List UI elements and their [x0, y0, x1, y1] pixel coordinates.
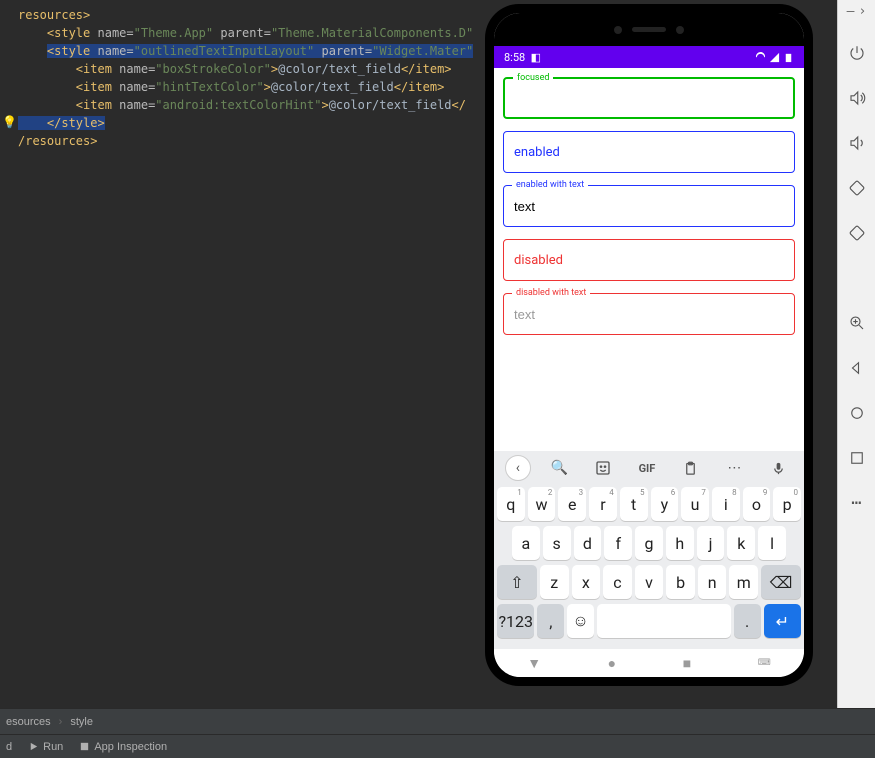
key-comma[interactable]: ,: [537, 604, 564, 638]
app-body: focused enabled enabled with text disabl…: [494, 68, 804, 451]
run-tab[interactable]: Run: [28, 741, 63, 753]
key-e[interactable]: e3: [558, 487, 586, 521]
expand-icon[interactable]: ›: [859, 4, 867, 19]
more-icon[interactable]: ⋯: [846, 492, 868, 514]
focused-field[interactable]: focused: [503, 77, 795, 119]
build-tab[interactable]: d: [6, 741, 12, 753]
rotate-right-icon[interactable]: [846, 222, 868, 244]
kb-gif-button[interactable]: GIF: [632, 453, 662, 483]
key-z[interactable]: z: [540, 565, 569, 599]
key-v[interactable]: v: [635, 565, 664, 599]
key-o[interactable]: o9: [743, 487, 771, 521]
minimize-icon[interactable]: –: [847, 4, 855, 19]
kb-mic-icon[interactable]: [763, 453, 793, 483]
rotate-left-icon[interactable]: [846, 177, 868, 199]
focused-input[interactable]: [515, 91, 783, 106]
key-w[interactable]: w2: [528, 487, 556, 521]
emulator-device: 8:58 ◧ focused enabled enabled with text: [485, 4, 813, 686]
power-icon[interactable]: [846, 42, 868, 64]
zoom-icon[interactable]: [846, 312, 868, 334]
key-n[interactable]: n: [698, 565, 727, 599]
key-x[interactable]: x: [572, 565, 601, 599]
status-bar: 8:58 ◧: [494, 46, 804, 68]
key-period[interactable]: .: [734, 604, 761, 638]
key-f[interactable]: f: [604, 526, 632, 560]
home-icon[interactable]: [846, 402, 868, 424]
status-icons: [755, 52, 794, 63]
enabled-text-input[interactable]: [514, 199, 784, 214]
overview-icon[interactable]: [846, 447, 868, 469]
key-a[interactable]: a: [512, 526, 540, 560]
nav-back-icon[interactable]: ▼: [527, 655, 541, 672]
kb-more-icon[interactable]: ⋯: [719, 453, 749, 483]
kb-back-icon[interactable]: ‹: [505, 455, 531, 481]
key-i[interactable]: i8: [712, 487, 740, 521]
camera-icon[interactable]: [846, 267, 868, 289]
app-inspection-tab[interactable]: App Inspection: [79, 741, 167, 753]
key-space[interactable]: [597, 604, 731, 638]
soft-keyboard: ‹ 🔍 GIF ⋯ q1w2e3r4t5y6u7i8o9p0 asdfghjkl…: [494, 451, 804, 649]
kb-sticker-icon[interactable]: [588, 453, 618, 483]
nav-home-icon[interactable]: ●: [608, 655, 616, 672]
key-s[interactable]: s: [543, 526, 571, 560]
volume-down-icon[interactable]: [846, 132, 868, 154]
key-g[interactable]: g: [635, 526, 663, 560]
nav-kb-icon[interactable]: ⌨: [758, 658, 771, 668]
field-hint: disabled: [514, 253, 563, 268]
key-backspace[interactable]: ⌫: [761, 565, 801, 599]
key-j[interactable]: j: [697, 526, 725, 560]
key-enter[interactable]: ↵: [764, 604, 801, 638]
key-b[interactable]: b: [666, 565, 695, 599]
lightbulb-icon[interactable]: 💡: [2, 115, 17, 129]
key-y[interactable]: y6: [651, 487, 679, 521]
key-c[interactable]: c: [603, 565, 632, 599]
enabled-field[interactable]: enabled: [503, 131, 795, 173]
key-r[interactable]: r4: [589, 487, 617, 521]
key-m[interactable]: m: [729, 565, 758, 599]
key-h[interactable]: h: [666, 526, 694, 560]
emulator-toolbar: – › ⋯: [837, 0, 875, 708]
ide-bottom-toolbar: d Run App Inspection: [0, 734, 875, 758]
enabled-text-field[interactable]: enabled with text: [503, 185, 795, 227]
key-p[interactable]: p0: [773, 487, 801, 521]
key-shift[interactable]: ⇧: [497, 565, 537, 599]
breadcrumb-item[interactable]: style: [70, 716, 93, 728]
window-controls: – ›: [847, 4, 867, 19]
key-emoji[interactable]: ☺: [567, 604, 594, 638]
key-d[interactable]: d: [574, 526, 602, 560]
back-icon[interactable]: [846, 357, 868, 379]
clock: 8:58: [504, 51, 525, 64]
key-symbols[interactable]: ?123: [497, 604, 534, 638]
nav-overview-icon[interactable]: ■: [683, 655, 691, 672]
key-u[interactable]: u7: [681, 487, 709, 521]
disabled-field[interactable]: disabled: [503, 239, 795, 281]
disabled-text-input[interactable]: [514, 307, 784, 322]
key-k[interactable]: k: [727, 526, 755, 560]
field-label: enabled with text: [512, 179, 588, 191]
key-l[interactable]: l: [758, 526, 786, 560]
key-t[interactable]: t5: [620, 487, 648, 521]
kb-search-icon[interactable]: 🔍: [545, 453, 575, 483]
kb-clipboard-icon[interactable]: [676, 453, 706, 483]
field-label: focused: [513, 72, 553, 84]
key-q[interactable]: q1: [497, 487, 525, 521]
volume-up-icon[interactable]: [846, 87, 868, 109]
field-hint: enabled: [514, 145, 560, 160]
breadcrumb-item[interactable]: esources: [6, 716, 51, 728]
device-notch: [494, 13, 804, 46]
android-navbar: ▼ ● ■ ⌨: [494, 649, 804, 677]
breadcrumb: esources › style: [0, 708, 875, 734]
disabled-text-field[interactable]: disabled with text: [503, 293, 795, 335]
field-label: disabled with text: [512, 287, 590, 299]
